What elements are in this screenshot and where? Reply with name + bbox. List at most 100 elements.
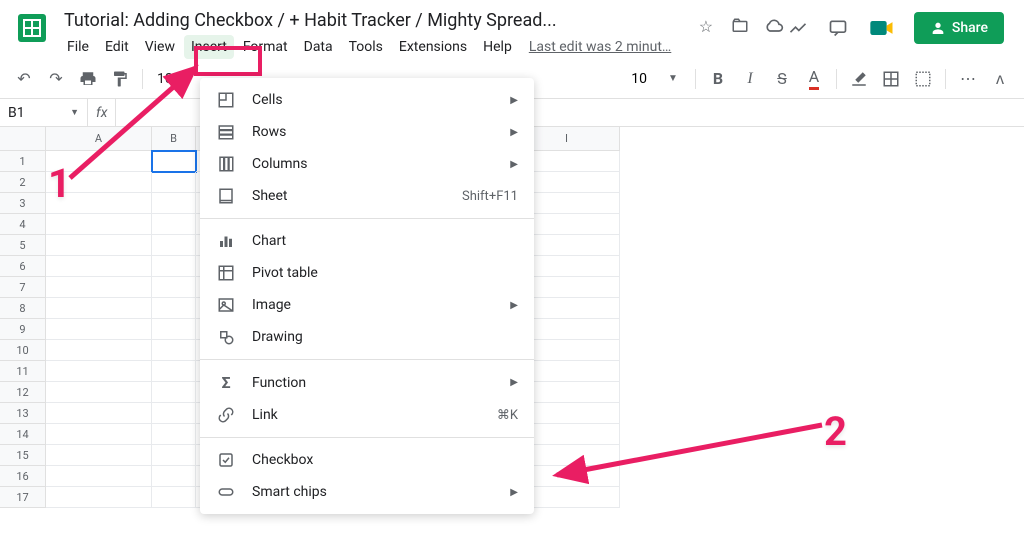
cloud-status-icon[interactable] (762, 14, 786, 38)
row-header[interactable]: 9 (0, 319, 45, 340)
share-button[interactable]: Share (914, 12, 1004, 44)
cell[interactable] (46, 214, 152, 235)
paint-format-icon[interactable] (108, 67, 132, 91)
menu-item-rows[interactable]: Rows▶ (200, 116, 534, 148)
cell[interactable] (152, 298, 196, 319)
more-icon[interactable]: ⋯ (956, 67, 980, 91)
font-size-dropdown-icon[interactable]: ▼ (661, 67, 685, 91)
row-header[interactable]: 15 (0, 445, 45, 466)
collapse-toolbar-icon[interactable]: ʌ (988, 67, 1012, 91)
cell[interactable] (46, 172, 152, 193)
menu-format[interactable]: Format (236, 35, 295, 59)
menu-item-image[interactable]: Image▶ (200, 289, 534, 321)
meet-avatar-icon[interactable] (866, 12, 898, 44)
cell[interactable] (152, 340, 196, 361)
cell[interactable] (46, 235, 152, 256)
column-header[interactable]: A (46, 127, 152, 150)
cell[interactable] (46, 193, 152, 214)
cell[interactable] (46, 466, 152, 487)
strikethrough-icon[interactable]: S (770, 67, 794, 91)
menu-item-pivot-table[interactable]: Pivot table (200, 257, 534, 289)
menu-item-sheet[interactable]: SheetShift+F11 (200, 180, 534, 212)
cell[interactable] (152, 403, 196, 424)
row-header[interactable]: 17 (0, 487, 45, 508)
menu-insert[interactable]: Insert (184, 35, 234, 59)
cell[interactable] (46, 445, 152, 466)
cell[interactable] (46, 382, 152, 403)
fill-color-icon[interactable] (847, 67, 871, 91)
row-header[interactable]: 10 (0, 340, 45, 361)
row-header[interactable]: 14 (0, 424, 45, 445)
star-icon[interactable]: ☆ (694, 14, 718, 38)
menu-help[interactable]: Help (476, 35, 519, 59)
menu-item-function[interactable]: ΣFunction▶ (200, 366, 534, 399)
row-header[interactable]: 3 (0, 193, 45, 214)
row-header[interactable]: 6 (0, 256, 45, 277)
row-header[interactable]: 5 (0, 235, 45, 256)
document-title[interactable]: Tutorial: Adding Checkbox / + Habit Trac… (60, 8, 682, 33)
row-header[interactable]: 7 (0, 277, 45, 298)
cell[interactable] (46, 361, 152, 382)
cell[interactable] (152, 487, 196, 508)
cell[interactable] (152, 151, 196, 172)
row-header[interactable]: 16 (0, 466, 45, 487)
text-color-icon[interactable]: A (802, 67, 826, 91)
menu-item-columns[interactable]: Columns▶ (200, 148, 534, 180)
menu-item-cells[interactable]: Cells▶ (200, 84, 534, 116)
zoom-level[interactable]: 100% (153, 71, 195, 87)
undo-icon[interactable]: ↶ (12, 67, 36, 91)
cell[interactable] (46, 487, 152, 508)
cell[interactable] (46, 319, 152, 340)
cell[interactable] (152, 256, 196, 277)
cell[interactable] (152, 466, 196, 487)
cell[interactable] (152, 445, 196, 466)
cell[interactable] (46, 403, 152, 424)
menu-view[interactable]: View (138, 35, 182, 59)
last-edit-link[interactable]: Last edit was 2 minut… (521, 35, 679, 59)
row-header[interactable]: 8 (0, 298, 45, 319)
move-icon[interactable] (728, 14, 752, 38)
column-header[interactable]: B (152, 127, 196, 150)
cell[interactable] (46, 256, 152, 277)
comments-icon[interactable] (826, 16, 850, 40)
menu-item-checkbox[interactable]: Checkbox (200, 444, 534, 476)
activity-icon[interactable] (786, 16, 810, 40)
cell[interactable] (152, 214, 196, 235)
print-icon[interactable] (76, 67, 100, 91)
row-header[interactable]: 12 (0, 382, 45, 403)
cell[interactable] (152, 424, 196, 445)
sheets-logo-icon[interactable] (12, 8, 52, 48)
menu-edit[interactable]: Edit (98, 35, 136, 59)
menu-extensions[interactable]: Extensions (392, 35, 474, 59)
redo-icon[interactable]: ↷ (44, 67, 68, 91)
menu-item-smart-chips[interactable]: Smart chips▶ (200, 476, 534, 508)
menu-item-drawing[interactable]: Drawing (200, 321, 534, 353)
bold-icon[interactable]: B (706, 67, 730, 91)
borders-icon[interactable] (879, 67, 903, 91)
cell[interactable] (46, 424, 152, 445)
menu-tools[interactable]: Tools (342, 35, 390, 59)
merge-icon[interactable] (911, 67, 935, 91)
row-header[interactable]: 11 (0, 361, 45, 382)
cell[interactable] (152, 361, 196, 382)
menu-item-link[interactable]: Link⌘K (200, 399, 534, 431)
row-header[interactable]: 1 (0, 151, 45, 172)
cell[interactable] (152, 277, 196, 298)
cell[interactable] (152, 193, 196, 214)
row-header[interactable]: 4 (0, 214, 45, 235)
select-all-corner[interactable] (0, 127, 46, 151)
row-header[interactable]: 2 (0, 172, 45, 193)
menu-data[interactable]: Data (297, 35, 340, 59)
cell[interactable] (46, 151, 152, 172)
cell[interactable] (152, 235, 196, 256)
cell[interactable] (152, 172, 196, 193)
cell[interactable] (46, 340, 152, 361)
italic-icon[interactable]: I (738, 67, 762, 91)
cell[interactable] (46, 277, 152, 298)
name-box[interactable]: B1▼ (0, 99, 88, 126)
row-header[interactable]: 13 (0, 403, 45, 424)
font-size[interactable]: 10 (625, 71, 653, 87)
cell[interactable] (152, 382, 196, 403)
menu-file[interactable]: File (60, 35, 96, 59)
cell[interactable] (152, 319, 196, 340)
